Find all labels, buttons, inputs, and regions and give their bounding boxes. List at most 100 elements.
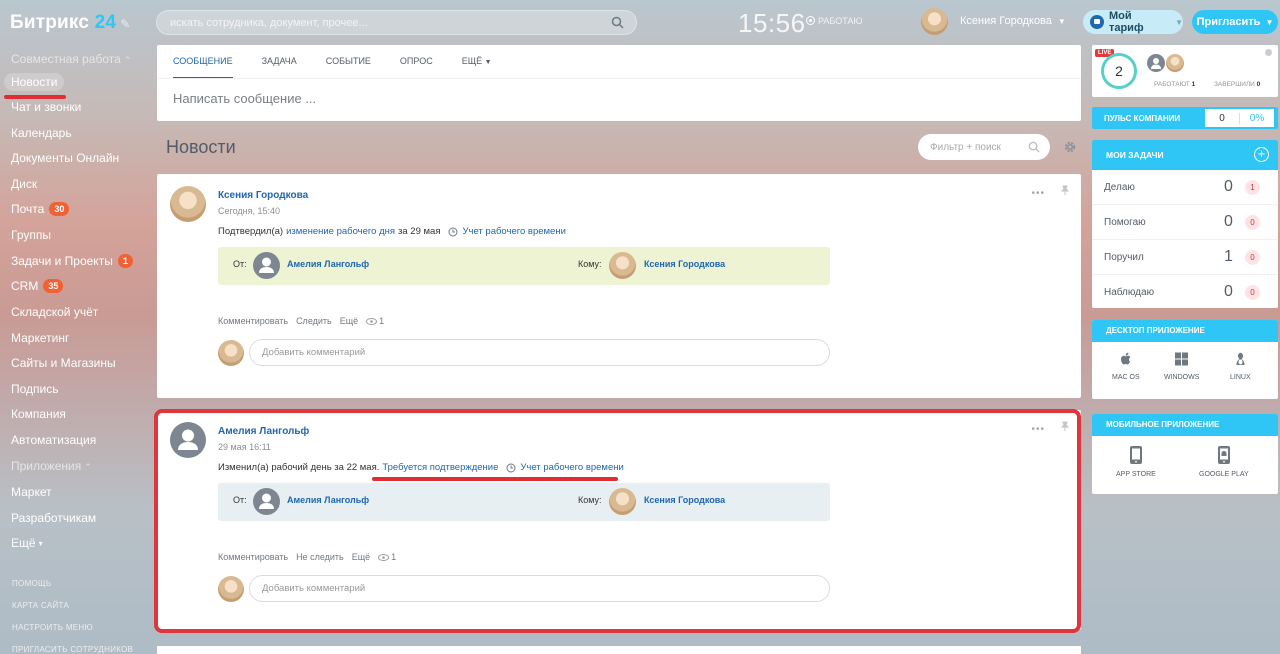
store-label: APP STORE xyxy=(1116,471,1156,478)
menu-item-developers[interactable]: Разработчикам xyxy=(11,511,96,525)
write-message-input[interactable]: Написать сообщение ... xyxy=(173,91,316,106)
add-comment-input[interactable]: Добавить комментарий xyxy=(249,339,830,366)
working-label: РАБОТАЮТ xyxy=(1154,81,1190,88)
edit-logo-icon[interactable]: ✎ xyxy=(120,17,130,31)
menu-item-label: Сайты и Магазины xyxy=(11,356,116,370)
search-icon[interactable] xyxy=(611,16,624,29)
task-row-badge: 0 xyxy=(1245,250,1260,265)
logo-text: Битрикс xyxy=(10,12,90,33)
group-collab[interactable]: Совместная работа ⌃ xyxy=(11,52,131,66)
menu-item-label: Ещё xyxy=(11,536,36,550)
tariff-label: Мой тариф xyxy=(1108,10,1144,34)
linux-icon xyxy=(1236,352,1245,365)
google-play-link[interactable]: GOOGLE PLAY xyxy=(1199,446,1249,478)
live-counter[interactable]: 2 xyxy=(1101,53,1137,89)
footer-invite-employees[interactable]: ПРИГЛАСИТЬ СОТРУДНИКОВ xyxy=(12,645,133,654)
menu-item-disk[interactable]: Диск xyxy=(11,177,37,191)
gear-icon[interactable] xyxy=(1063,140,1077,154)
menu-item-mail[interactable]: Почта 30 xyxy=(11,202,70,216)
more-action[interactable]: Ещё xyxy=(340,316,358,326)
tab-message[interactable]: СООБЩЕНИЕ xyxy=(173,56,233,78)
user-menu[interactable]: Ксения Городкова ▼ xyxy=(921,7,1066,35)
group-apps[interactable]: Приложения ⌃ xyxy=(11,459,92,473)
search-bar[interactable] xyxy=(156,10,637,35)
pin-icon[interactable] xyxy=(1060,185,1070,195)
menu-item-company[interactable]: Компания xyxy=(11,407,66,421)
author-avatar[interactable] xyxy=(170,186,206,222)
menu-item-docs[interactable]: Документы Онлайн xyxy=(11,151,119,165)
tab-more-label: ЕЩЁ xyxy=(461,56,483,66)
my-tasks-header[interactable]: МОИ ЗАДАЧИ + xyxy=(1092,140,1278,170)
post-text-mid: за 29 мая xyxy=(398,226,441,237)
clock[interactable]: 15:56 xyxy=(738,8,806,39)
footer-sitemap[interactable]: КАРТА САЙТА xyxy=(12,601,69,610)
comment-action[interactable]: Комментировать xyxy=(218,316,288,326)
more-icon[interactable]: ••• xyxy=(1031,188,1045,199)
invite-button[interactable]: Пригласить ▼ xyxy=(1192,10,1278,34)
menu-item-label: Складской учёт xyxy=(11,305,99,319)
tariff-icon xyxy=(1090,15,1104,29)
search-input[interactable] xyxy=(157,11,597,34)
user-avatar-placeholder-icon[interactable] xyxy=(253,252,280,279)
menu-item-automation[interactable]: Автоматизация xyxy=(11,433,96,447)
footer-help[interactable]: ПОМОЩЬ xyxy=(12,579,51,588)
work-status[interactable]: РАБОТАЮ xyxy=(806,16,863,26)
download-macos[interactable]: MAC OS xyxy=(1112,352,1140,381)
menu-item-label: Автоматизация xyxy=(11,433,97,447)
logo[interactable]: Битрикс 24 ✎ xyxy=(10,12,130,34)
follow-action[interactable]: Следить xyxy=(296,316,332,326)
timeman-widget[interactable]: LIVE 2 РАБОТАЮТ 1 ЗАВЕРШИЛИ 0 xyxy=(1092,45,1278,97)
post-date[interactable]: Сегодня, 15:40 xyxy=(218,206,280,216)
task-row-watching[interactable]: Наблюдаю 0 0 xyxy=(1092,275,1278,310)
task-row-assigned[interactable]: Поручил 1 0 xyxy=(1092,240,1278,275)
workday-change-link[interactable]: изменение рабочего дня xyxy=(286,226,395,237)
chevron-down-icon: ▼ xyxy=(1175,17,1183,27)
menu-item-news[interactable]: Новости xyxy=(4,73,65,91)
counter-badge: 35 xyxy=(43,279,64,293)
task-row-helping[interactable]: Помогаю 0 0 xyxy=(1092,205,1278,240)
menu-item-sign[interactable]: Подпись xyxy=(11,382,59,396)
timeman-link[interactable]: Учет рабочего времени xyxy=(462,226,565,237)
views-count: 1 xyxy=(379,316,385,326)
download-windows[interactable]: WINDOWS xyxy=(1164,352,1199,381)
post-author[interactable]: Ксения Городкова xyxy=(218,190,308,201)
to-name[interactable]: Ксения Городкова xyxy=(644,259,725,269)
tab-task[interactable]: ЗАДАЧА xyxy=(262,56,297,78)
download-linux[interactable]: LINUX xyxy=(1230,352,1251,381)
menu-item-groups[interactable]: Группы xyxy=(11,228,51,242)
filter-search-input[interactable]: Фильтр + поиск xyxy=(918,134,1050,160)
help-icon[interactable] xyxy=(1265,49,1272,56)
tab-more[interactable]: ЕЩЁ ▼ xyxy=(462,56,492,78)
user-avatar[interactable] xyxy=(1166,54,1184,72)
tariff-button[interactable]: Мой тариф ▼ xyxy=(1083,10,1183,34)
menu-item-sites[interactable]: Сайты и Магазины xyxy=(11,356,116,370)
finished-count: 0 xyxy=(1256,81,1261,88)
user-avatar-placeholder-icon[interactable] xyxy=(1147,54,1165,72)
menu-item-calendar[interactable]: Календарь xyxy=(11,126,72,140)
add-task-icon[interactable]: + xyxy=(1254,147,1269,162)
pulse-label: ПУЛЬС КОМПАНИИ xyxy=(1104,113,1181,123)
page-title: Новости xyxy=(166,137,236,157)
company-pulse[interactable]: ПУЛЬС КОМПАНИИ 0 0% xyxy=(1092,107,1278,129)
menu-item-inventory[interactable]: Складской учёт xyxy=(11,305,98,319)
menu-item-more[interactable]: Ещё ▾ xyxy=(11,536,43,550)
app-store-link[interactable]: APP STORE xyxy=(1116,446,1156,478)
tab-event[interactable]: СОБЫТИЕ xyxy=(326,56,371,78)
recipient-avatar[interactable] xyxy=(609,252,636,279)
search-icon[interactable] xyxy=(1028,141,1040,153)
menu-item-market[interactable]: Маркет xyxy=(11,485,52,499)
post-form: СООБЩЕНИЕ ЗАДАЧА СОБЫТИЕ ОПРОС ЕЩЁ ▼ Нап… xyxy=(157,45,1081,121)
from-name[interactable]: Амелия Лангольф xyxy=(287,259,369,269)
finished-stat: ЗАВЕРШИЛИ 0 xyxy=(1214,81,1260,88)
task-row-doing[interactable]: Делаю 0 1 xyxy=(1092,170,1278,205)
footer-configure-menu[interactable]: НАСТРОИТЬ МЕНЮ xyxy=(12,623,93,632)
filter-placeholder: Фильтр + поиск xyxy=(930,141,1001,153)
phone-apple-icon xyxy=(1129,446,1142,464)
menu-item-tasks[interactable]: Задачи и Проекты 1 xyxy=(11,254,133,268)
highlight-underline xyxy=(372,477,618,481)
menu-item-chat[interactable]: Чат и звонки xyxy=(11,100,81,114)
tab-poll[interactable]: ОПРОС xyxy=(400,56,433,78)
post-text: Подтвердил(а) изменение рабочего дня за … xyxy=(218,226,566,237)
menu-item-crm[interactable]: CRM 35 xyxy=(11,279,64,293)
menu-item-marketing[interactable]: Маркетинг xyxy=(11,331,69,345)
